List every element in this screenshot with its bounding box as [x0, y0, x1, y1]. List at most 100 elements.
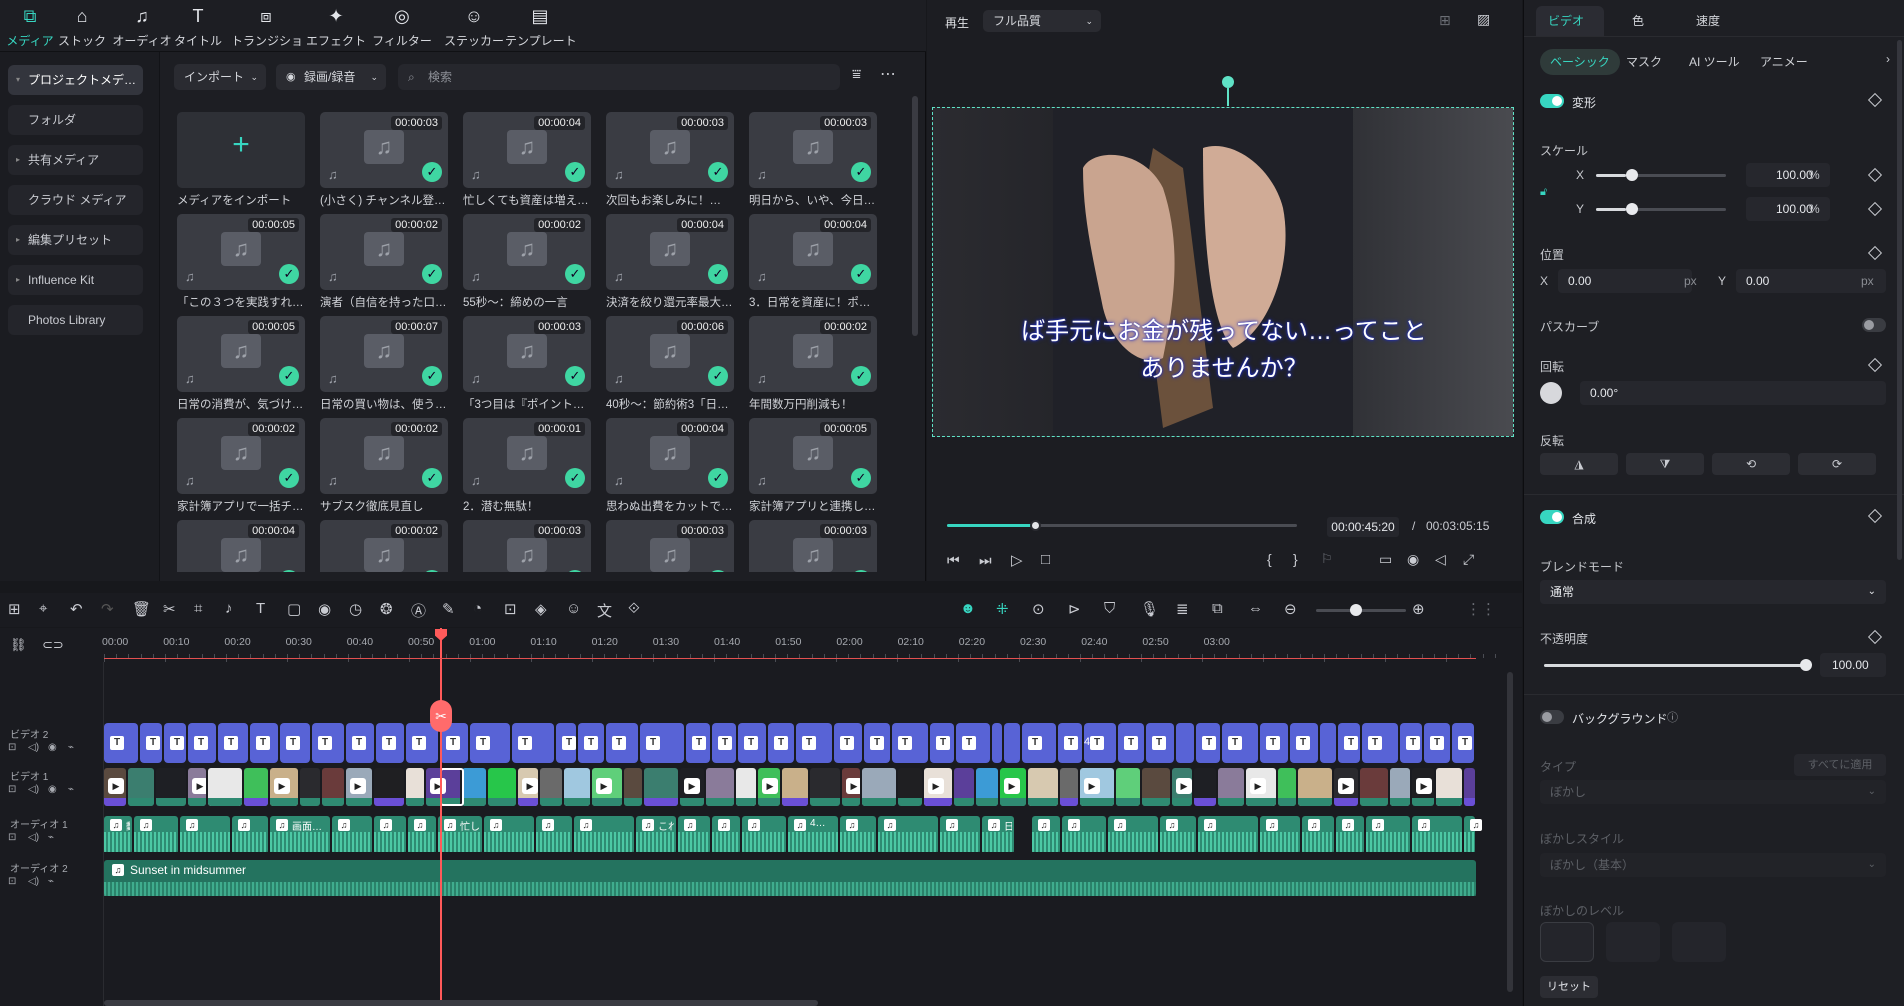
media-thumbnail[interactable]: ♫ ♫ 00:00:04 ✓ 思わぬ出費をカットで…	[606, 418, 734, 526]
marker-icon[interactable]: ⚐	[1321, 551, 1333, 567]
speed-icon[interactable]: ◉	[318, 600, 331, 618]
volume-icon[interactable]: ◁)	[28, 784, 39, 795]
clock-icon[interactable]: ◔	[473, 600, 482, 617]
zoom-knob[interactable]	[1350, 604, 1362, 616]
media-scrollbar[interactable]	[912, 96, 918, 336]
filter-icon[interactable]: ⩸	[852, 66, 861, 83]
mute-icon[interactable]: ⌁	[68, 742, 74, 753]
apply-all-button[interactable]: すべてに適用	[1794, 754, 1886, 776]
search-input[interactable]: ⌕ 検索	[398, 64, 840, 90]
crop-icon[interactable]: ⌗	[194, 600, 202, 617]
flip-vertical-button[interactable]: ⧩	[1626, 453, 1704, 475]
rotate-handle[interactable]	[1222, 76, 1234, 88]
keyframe-icon[interactable]	[1867, 167, 1883, 183]
media-thumbnail[interactable]: ♫ ♫ 00:00:05 ✓ 日常の消費が、気づけ…	[177, 316, 305, 424]
zoom-slider[interactable]	[1316, 604, 1406, 616]
layout-icon[interactable]: ⊞	[8, 600, 21, 618]
media-tab-sticker[interactable]: ☺ ステッカー	[439, 6, 509, 49]
import-dropdown[interactable]: インポート ⌄	[174, 64, 266, 90]
keyframe-icon[interactable]	[1867, 629, 1883, 645]
blur-style-dropdown[interactable]: ぼかし（基本） ⌄	[1540, 853, 1886, 877]
freeze-icon[interactable]: ⟐	[628, 600, 640, 617]
media-thumbnail[interactable]: ♫ ♫ 00:00:05 ✓ 「この３つを実践すれ…	[177, 214, 305, 322]
media-thumbnail[interactable]: ♫ ♫ 00:00:07 ✓ 日常の買い物は、使う…	[320, 316, 448, 424]
volume-icon[interactable]: ◁)	[28, 876, 39, 887]
mask-icon[interactable]: ◈	[535, 600, 547, 618]
media-thumbnail[interactable]: ♫ ♫ 00:00:05 ✓ 家計簿アプリと連携し…	[749, 418, 877, 526]
eye-icon[interactable]: ◉	[48, 784, 57, 795]
media-thumbnail[interactable]: ♫ ♫ 00:00:03 ✓ (小さく) チャンネル登…	[320, 112, 448, 220]
path-curve-toggle[interactable]	[1862, 318, 1886, 332]
rotate-left-button[interactable]: ⟲	[1712, 453, 1790, 475]
display-icon[interactable]: ▭	[1379, 551, 1392, 568]
lock-icon[interactable]: ⊡	[8, 742, 16, 753]
ai-face-icon[interactable]: ☻	[960, 600, 976, 617]
fit-icon[interactable]: ⇔	[1248, 600, 1263, 617]
media-tab-transition[interactable]: ⧈ トランジション	[231, 6, 301, 49]
media-thumbnail[interactable]: ♫♫00:00:03✓	[606, 520, 734, 572]
zoom-in-icon[interactable]: ⊕	[1412, 600, 1425, 618]
play-circle-icon[interactable]: ⊳	[1068, 600, 1081, 618]
fullscreen-icon[interactable]: ⤢	[1463, 551, 1474, 568]
media-thumbnail[interactable]: ♫ ♫ 00:00:03 ✓ 明日から、いや、今日…	[749, 112, 877, 220]
sidebar-item-4[interactable]: ▸ 編集プリセット	[8, 225, 143, 255]
keyframe-icon[interactable]	[1867, 92, 1883, 108]
play-icon[interactable]: ▷	[1011, 551, 1023, 569]
rotation-value[interactable]: 0.00°	[1580, 381, 1886, 405]
blend-mode-dropdown[interactable]: 通常 ⌄	[1540, 580, 1886, 604]
shape-icon[interactable]: ▢	[287, 600, 301, 618]
scale-x-slider[interactable]	[1596, 169, 1726, 181]
mute-icon[interactable]: ⌁	[68, 784, 74, 795]
translate-icon[interactable]: 文	[597, 600, 612, 621]
media-thumbnail[interactable]: ♫♫00:00:03✓	[749, 520, 877, 572]
media-thumbnail[interactable]: ♫ ♫ 00:00:04 ✓ 3．日常を資産に！ポ…	[749, 214, 877, 322]
grid-view-icon[interactable]: ⊞	[1439, 12, 1451, 29]
keyframe-icon[interactable]	[1867, 201, 1883, 217]
undo-icon[interactable]: ↶	[70, 600, 83, 618]
cut-icon[interactable]: ✂	[163, 600, 176, 618]
mute-icon[interactable]: ⌁	[48, 876, 54, 887]
media-thumbnail[interactable]: ♫ ♫ 00:00:01 ✓ 2．潜む無駄！	[463, 418, 591, 526]
volume-icon[interactable]: ◁	[1435, 551, 1446, 568]
subtab-ai-tools[interactable]: AI ツール	[1679, 49, 1750, 75]
media-tab-filter[interactable]: ◎ フィルター	[367, 6, 437, 49]
edit-icon[interactable]: ✎	[442, 600, 455, 618]
color-icon[interactable]: ❂	[380, 600, 393, 618]
redo-icon[interactable]: ↷	[101, 600, 114, 618]
select-icon[interactable]: ⌖	[39, 600, 47, 617]
scissors-icon[interactable]: ✂	[430, 700, 452, 732]
props-scrollbar[interactable]	[1897, 40, 1902, 560]
media-thumbnail[interactable]: ♫ ♫ 00:00:02 ✓ 演者（自信を持った口…	[320, 214, 448, 322]
media-thumbnail[interactable]: ♫ ♫ 00:00:04 ✓ 決済を絞り還元率最大…	[606, 214, 734, 322]
lock-icon[interactable]: 🔓︎	[1540, 186, 1547, 199]
media-thumbnail[interactable]: ♫ ♫ 00:00:02 ✓ 家計簿アプリで一括チ…	[177, 418, 305, 526]
media-thumbnail[interactable]: ♫ ♫ 00:00:03 ✓ 次回もお楽しみに！…	[606, 112, 734, 220]
media-thumbnail[interactable]: ♫ ♫ 00:00:04 ✓ 忙しくても資産は増え…	[463, 112, 591, 220]
timeline-ruler[interactable]: 00:00 00:10 00:20 00:30 00:40 00:50 01:00 01:10…	[0, 628, 1522, 662]
rotation-dial[interactable]	[1540, 382, 1562, 404]
zoom-icon[interactable]: ⊡	[504, 600, 517, 618]
media-thumbnail[interactable]: ♫ ♫ 00:00:06 ✓ 40秒～：節約術3「日…	[606, 316, 734, 424]
sidebar-item-6[interactable]: Photos Library	[8, 305, 143, 335]
pos-x-value[interactable]: 0.00	[1558, 269, 1692, 293]
text-icon[interactable]: T	[256, 600, 265, 617]
split-icon[interactable]: ⧉	[1212, 600, 1223, 617]
image-icon[interactable]: ▨	[1477, 11, 1490, 28]
volume-icon[interactable]: ◁)	[28, 832, 39, 843]
more-icon[interactable]: ⋯	[880, 64, 896, 84]
next-frame-icon[interactable]: ⏭	[979, 552, 992, 569]
stop-icon[interactable]: □	[1041, 551, 1050, 568]
rotate-right-button[interactable]: ⟳	[1798, 453, 1876, 475]
media-tab-effect[interactable]: ✦ エフェクト	[301, 6, 371, 49]
blur-level-option[interactable]	[1606, 922, 1660, 962]
keyframe-icon[interactable]	[1867, 508, 1883, 524]
help-icon[interactable]: ⓘ	[1667, 709, 1678, 725]
delete-icon[interactable]: 🗑︎	[132, 600, 151, 618]
scale-y-slider[interactable]	[1596, 203, 1726, 215]
tab-speed[interactable]: 速度	[1696, 12, 1720, 29]
timeline-hscrollbar[interactable]	[104, 1000, 818, 1006]
audio-stretch-icon[interactable]: ♪	[225, 600, 233, 617]
blur-level-option[interactable]	[1540, 922, 1594, 962]
ai-icon[interactable]: Ⓐ	[411, 600, 426, 621]
mark-in-icon[interactable]: {	[1267, 551, 1272, 567]
